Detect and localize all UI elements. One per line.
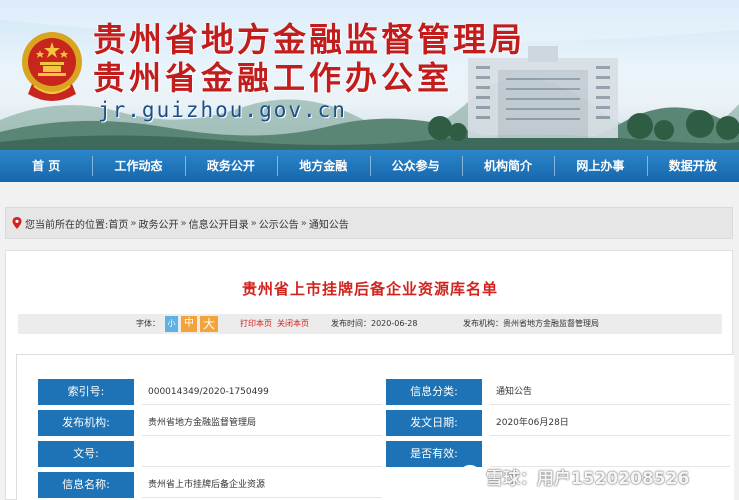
main-nav: 首 页 工作动态 政务公开 地方金融 公众参与 机构简介 网上办事 数据开放	[0, 150, 739, 182]
site-banner: 贵州省地方金融监督管理局 贵州省金融工作办公室 jr.guizhou.gov.c…	[0, 0, 739, 150]
nav-item-open-data[interactable]: 数据开放	[646, 150, 739, 182]
index-number-label: 索引号:	[38, 379, 134, 405]
publish-date: 发布时间：2020-06-28	[331, 319, 418, 328]
breadcrumb-gov-affairs[interactable]: 政务公开	[139, 216, 179, 231]
site-title: 贵州省地方金融监督管理局	[93, 20, 525, 59]
nav-item-about[interactable]: 机构简介	[461, 150, 554, 182]
watermark-text: 雪球：用户1520208526	[486, 468, 690, 489]
index-number-value: 000014349/2020-1750499	[142, 379, 382, 405]
site-domain: jr.guizhou.gov.cn	[98, 98, 347, 122]
breadcrumb-separator: »	[180, 217, 187, 229]
info-name-label: 信息名称:	[38, 472, 134, 498]
info-category-label: 信息分类:	[386, 379, 482, 405]
breadcrumb-home[interactable]: 首页	[108, 216, 128, 231]
nav-item-work-news[interactable]: 工作动态	[92, 150, 184, 182]
nav-item-home[interactable]: 首 页	[0, 150, 92, 182]
issuing-agency-value: 贵州省地方金融监督管理局	[142, 410, 382, 436]
close-page-link[interactable]: 关闭本页	[277, 314, 309, 334]
issue-date-label: 发文日期:	[386, 410, 482, 436]
issuing-agency-label: 发布机构:	[38, 410, 134, 436]
document-number-label: 文号:	[38, 441, 134, 467]
breadcrumb-separator: »	[130, 217, 137, 229]
font-size-medium-button[interactable]: 中	[181, 316, 197, 332]
breadcrumb-separator: »	[250, 217, 257, 229]
breadcrumb-notices[interactable]: 通知公告	[309, 216, 349, 231]
breadcrumb-prefix: 您当前所在的位置:	[25, 219, 109, 231]
article-meta-bar: 字体： 小 中 大 打印本页 关闭本页 发布时间：2020-06-28 发布机构…	[18, 314, 722, 334]
nav-item-local-finance[interactable]: 地方金融	[277, 150, 369, 182]
issue-date-value: 2020年06月28日	[490, 410, 730, 436]
nav-item-online-services[interactable]: 网上办事	[554, 150, 646, 182]
font-size-small-button[interactable]: 小	[165, 316, 178, 332]
info-category-value: 通知公告	[490, 379, 730, 405]
nav-item-public-participation[interactable]: 公众参与	[369, 150, 462, 182]
site-subtitle: 贵州省金融工作办公室	[93, 59, 454, 97]
print-page-link[interactable]: 打印本页	[240, 314, 272, 334]
breadcrumb-info-catalog[interactable]: 信息公开目录	[189, 216, 249, 231]
national-emblem-icon	[22, 32, 82, 101]
article-title: 贵州省上市挂牌后备企业资源库名单	[241, 280, 498, 298]
government-building	[468, 46, 618, 138]
snowball-logo-icon	[458, 464, 482, 488]
font-size-large-button[interactable]: 大	[200, 316, 218, 332]
info-name-value: 贵州省上市挂牌后备企业资源	[142, 472, 382, 498]
location-pin-icon	[12, 217, 22, 229]
xueqiu-watermark: 雪球：用户1520208526	[458, 463, 689, 489]
document-number-value	[142, 441, 382, 467]
breadcrumb: 您当前所在的位置: 首页 » 政务公开 » 信息公开目录 » 公示公告 » 通知…	[5, 207, 733, 239]
breadcrumb-separator: »	[300, 217, 307, 229]
publishing-agency: 发布机构：贵州省地方金融监督管理局	[463, 319, 599, 328]
breadcrumb-announcements[interactable]: 公示公告	[259, 216, 299, 231]
font-size-label: 字体：	[136, 319, 160, 328]
nav-item-gov-affairs[interactable]: 政务公开	[184, 150, 277, 182]
